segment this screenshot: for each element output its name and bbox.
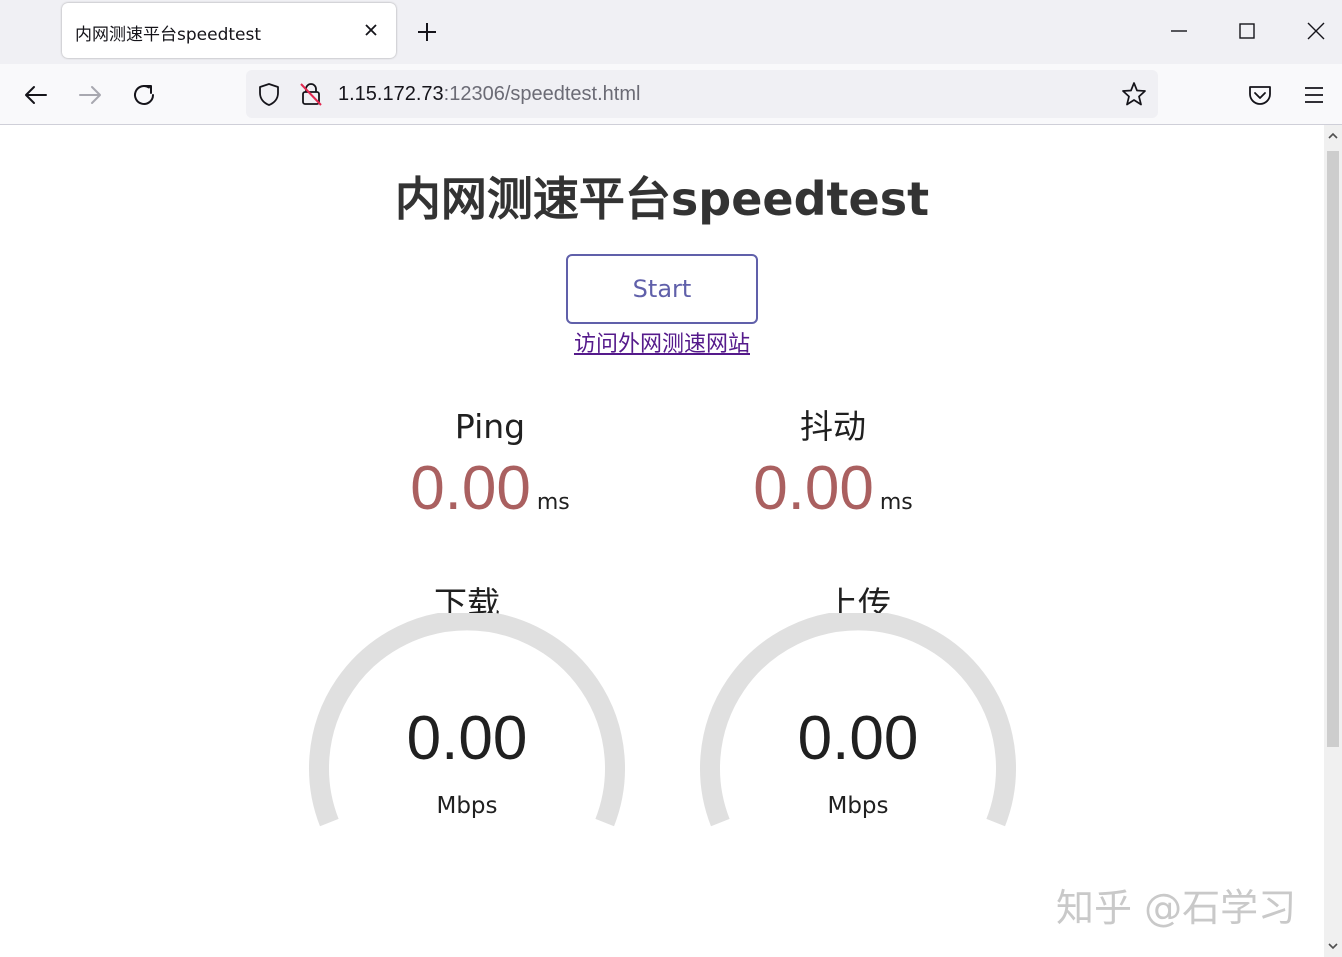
- watermark: 知乎 @石学习: [1056, 886, 1297, 930]
- maximize-icon[interactable]: [1230, 14, 1264, 48]
- tab-active[interactable]: 内网测速平台speedtest: [62, 3, 396, 58]
- ping-metric: Ping 0.00 ms: [340, 407, 640, 524]
- jitter-label: 抖动: [800, 407, 866, 446]
- new-tab-icon[interactable]: [413, 18, 441, 46]
- jitter-value: 0.00: [753, 454, 874, 523]
- close-tab-icon[interactable]: [358, 17, 384, 43]
- scroll-up-icon[interactable]: [1326, 129, 1340, 143]
- forward-icon[interactable]: [75, 80, 105, 110]
- bookmark-star-icon[interactable]: [1120, 80, 1148, 108]
- vertical-scrollbar[interactable]: [1324, 125, 1342, 957]
- ping-unit: ms: [536, 490, 570, 515]
- scroll-down-icon[interactable]: [1326, 939, 1340, 953]
- address-bar[interactable]: 1.15.172.73:12306/speedtest.html: [246, 70, 1158, 118]
- ping-value: 0.00: [410, 454, 531, 523]
- pocket-icon[interactable]: [1245, 80, 1275, 110]
- shield-icon[interactable]: [255, 80, 283, 108]
- tab-title: 内网测速平台speedtest: [75, 25, 262, 45]
- menu-icon[interactable]: [1299, 80, 1329, 110]
- navigation-bar: 1.15.172.73:12306/speedtest.html: [0, 64, 1342, 125]
- page-title: 内网测速平台speedtest: [394, 172, 930, 226]
- external-speedtest-link[interactable]: 访问外网测速网站: [566, 326, 758, 358]
- close-window-icon[interactable]: [1299, 14, 1333, 48]
- start-button[interactable]: Start: [566, 254, 758, 324]
- back-icon[interactable]: [21, 80, 51, 110]
- upload-unit: Mbps: [827, 793, 889, 819]
- url-text[interactable]: 1.15.172.73:12306/speedtest.html: [338, 83, 640, 106]
- reload-icon[interactable]: [129, 80, 159, 110]
- scrollbar-thumb[interactable]: [1327, 151, 1339, 747]
- minimize-icon[interactable]: [1162, 14, 1196, 48]
- insecure-lock-icon[interactable]: [297, 80, 325, 108]
- jitter-metric: 抖动 0.00 ms: [683, 407, 983, 524]
- url-path: :12306/speedtest.html: [443, 83, 641, 105]
- page-content: 内网测速平台speedtest Start 访问外网测速网站 Ping 0.00…: [0, 125, 1324, 957]
- download-value: 0.00: [406, 704, 528, 773]
- jitter-unit: ms: [879, 490, 913, 515]
- url-host: 1.15.172.73: [338, 83, 444, 105]
- ping-label: Ping: [454, 407, 526, 446]
- tab-strip: 内网测速平台speedtest: [0, 0, 1342, 64]
- upload-value: 0.00: [797, 704, 919, 773]
- download-unit: Mbps: [436, 793, 498, 819]
